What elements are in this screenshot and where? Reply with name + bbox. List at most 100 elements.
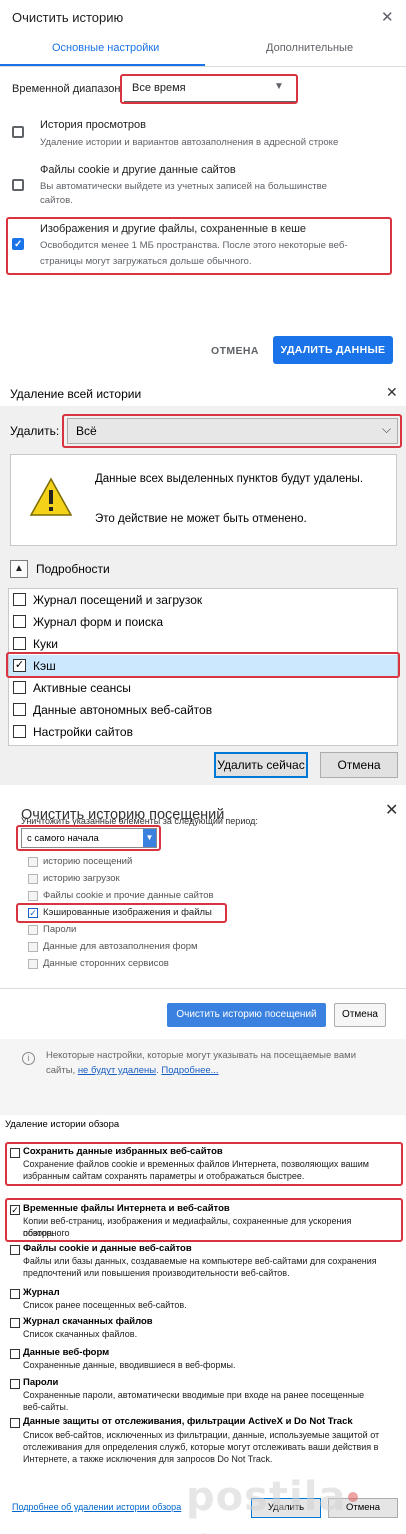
browsing-history-checkbox[interactable] [12, 126, 24, 138]
list-item[interactable]: Данные автономных веб-сайтов [9, 699, 397, 721]
time-range-select[interactable]: Все время ▼ [124, 76, 296, 102]
item-label: Данные сторонних сервисов [43, 958, 169, 969]
time-range-value: Всё [76, 424, 97, 438]
item-desc: Сохранение файлов cookie и временных фай… [23, 1159, 369, 1169]
checkbox[interactable] [28, 942, 38, 952]
warning-text-irreversible: Это действие не может быть отменено. [95, 513, 307, 525]
warning-icon [29, 477, 73, 516]
close-icon[interactable]: ✕ [381, 8, 394, 26]
downloads-checkbox[interactable] [10, 1318, 20, 1328]
list-item[interactable]: Активные сеансы [9, 677, 397, 699]
details-label: Подробности [36, 562, 110, 576]
checkbox[interactable] [13, 681, 26, 694]
item-desc: Сохраненные данные, вводившиеся в веб-фо… [23, 1360, 236, 1370]
checkbox-checked[interactable]: ✓ [13, 659, 26, 672]
details-toggle-icon[interactable]: ▲ [10, 560, 28, 578]
time-range-value: Все время [132, 82, 186, 94]
item-label: Настройки сайтов [33, 725, 133, 739]
form-data-checkbox[interactable] [10, 1349, 20, 1359]
history-items-list: Журнал посещений и загрузок Журнал форм … [8, 588, 398, 746]
item-desc: Список ранее посещенных веб-сайтов. [23, 1300, 187, 1310]
item-title: История просмотров [40, 119, 146, 131]
checkbox[interactable] [13, 593, 26, 606]
not-deleted-link[interactable]: не будут удалены [78, 1065, 156, 1076]
cache-checkbox[interactable]: ✓ [28, 908, 38, 918]
list-item[interactable]: Настройки сайтов [9, 721, 397, 743]
dialog-title: Удаление всей истории [10, 387, 142, 401]
item-desc: сайтов. [40, 195, 73, 206]
preserve-favorites-checkbox[interactable] [10, 1148, 20, 1158]
checkbox[interactable] [28, 959, 38, 969]
temp-files-checkbox[interactable]: ✓ [10, 1205, 20, 1215]
item-desc: Вы автоматически выйдете из учетных запи… [40, 181, 327, 192]
divider [0, 988, 406, 989]
checkbox[interactable] [28, 874, 38, 884]
item-title: Пароли [23, 1377, 59, 1388]
checkbox[interactable] [13, 637, 26, 650]
item-desc: Список скачанных файлов. [23, 1329, 138, 1339]
dialog-title: Очистить историю [12, 10, 124, 25]
tracking-data-checkbox[interactable] [10, 1418, 20, 1428]
more-link[interactable]: Подробнее... [161, 1065, 218, 1076]
item-title: Данные веб-форм [23, 1347, 110, 1358]
title-bar: Удаление всей истории ✕ [0, 380, 406, 406]
clear-history-button[interactable]: Очистить историю посещений [167, 1003, 326, 1027]
delete-label: Удалить: [10, 424, 60, 438]
delete-now-button[interactable]: Удалить сейчас [214, 752, 308, 778]
note-text: Некоторые настройки, которые могут указы… [46, 1050, 356, 1061]
item-desc: Интернете, а также исключения для запрос… [23, 1454, 273, 1464]
chrome-clear-history-dialog: Очистить историю ✕ Основные настройки До… [0, 0, 406, 380]
tab-advanced[interactable]: Дополнительные [266, 42, 353, 54]
cancel-button[interactable]: ОТМЕНА [211, 345, 259, 357]
chevron-down-icon: ⌵ [382, 422, 392, 436]
opera-clear-history-dialog: Очистить историю посещений ✕ Уничтожить … [0, 785, 406, 1115]
list-item-cache[interactable]: ✓ Кэш [9, 655, 397, 677]
delete-data-button[interactable]: УДАЛИТЬ ДАННЫЕ [273, 336, 393, 364]
item-desc: отслеживания для определения служб, кото… [23, 1442, 379, 1452]
checkbox[interactable] [13, 725, 26, 738]
cookies-checkbox[interactable] [10, 1245, 20, 1255]
cache-checkbox[interactable]: ✓ [12, 238, 24, 250]
dialog-title: Удаление истории обзора [5, 1119, 120, 1130]
item-desc: Файлы или базы данных, создаваемые на ко… [23, 1256, 377, 1266]
checkbox[interactable] [28, 925, 38, 935]
checkbox[interactable] [13, 703, 26, 716]
item-desc: страницы могут загружаться дольше обычно… [40, 256, 252, 267]
cookies-checkbox[interactable] [12, 179, 24, 191]
item-desc: Освободится менее 1 МБ пространства. Пос… [40, 240, 348, 251]
close-icon[interactable]: ✕ [386, 384, 398, 401]
item-label: Кэшированные изображения и файлы [43, 907, 212, 918]
warning-box: Данные всех выделенных пунктов будут уда… [10, 454, 397, 546]
firefox-clear-history-dialog: Удаление всей истории ✕ Удалить: Всё ⌵ Д… [0, 380, 406, 785]
item-title: Журнал скачанных файлов [23, 1316, 153, 1327]
checkbox[interactable] [13, 615, 26, 628]
time-range-select[interactable]: Всё ⌵ [67, 418, 398, 444]
dropdown-arrow-icon: ▼ [274, 81, 284, 92]
cancel-button[interactable]: Отмена [320, 752, 398, 778]
info-icon: i [22, 1052, 35, 1065]
list-item[interactable]: Журнал форм и поиска [9, 611, 397, 633]
close-icon[interactable]: ✕ [385, 800, 398, 820]
item-title: Журнал [23, 1287, 60, 1298]
item-label: историю загрузок [43, 873, 120, 884]
tab-basic[interactable]: Основные настройки [52, 42, 159, 54]
item-label: Активные сеансы [33, 681, 131, 695]
item-desc: предпочтений или повышения производитель… [23, 1268, 290, 1278]
item-desc: избранным сайтам сохранять параметры и о… [23, 1171, 305, 1181]
history-checkbox[interactable] [10, 1289, 20, 1299]
learn-more-link[interactable]: Подробнее об удалении истории обзора [12, 1502, 181, 1512]
checkbox[interactable] [28, 891, 38, 901]
item-label: Журнал форм и поиска [33, 615, 164, 629]
cancel-button[interactable]: Отмена [334, 1003, 386, 1027]
passwords-checkbox[interactable] [10, 1379, 20, 1389]
list-item[interactable]: Журнал посещений и загрузок [9, 589, 397, 611]
period-select[interactable]: с самого начала ▼ [21, 828, 157, 848]
ie-delete-browsing-history-dialog: Удаление истории обзора Сохранить данные… [0, 1115, 406, 1534]
item-title: Файлы cookie и данные веб-сайтов [23, 1243, 192, 1254]
info-note: i Некоторые настройки, которые могут ука… [0, 1039, 406, 1115]
list-item[interactable]: Куки [9, 633, 397, 655]
item-title: Временные файлы Интернета и веб-сайтов [23, 1203, 230, 1214]
note-text-line2: сайты, не будут удалены. Подробнее... [46, 1065, 219, 1076]
item-title: Данные защиты от отслеживания, фильтраци… [23, 1416, 353, 1427]
checkbox[interactable] [28, 857, 38, 867]
